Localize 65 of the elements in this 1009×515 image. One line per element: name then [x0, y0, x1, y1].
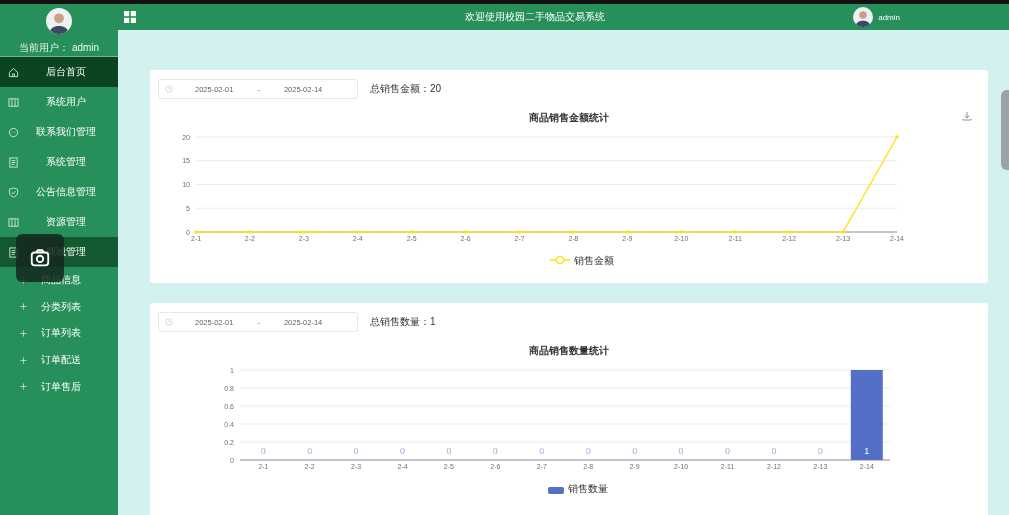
data-point [248, 230, 252, 234]
clock-icon [165, 85, 173, 93]
legend-label: 销售金额 [574, 255, 614, 266]
value-label: 1 [864, 446, 870, 456]
data-point [841, 230, 845, 234]
plus-icon [20, 330, 27, 337]
data-point [733, 230, 738, 234]
data-point [679, 230, 684, 234]
document-icon [8, 246, 19, 258]
menu-item[interactable]: 系统管理 [0, 147, 118, 177]
columns-icon [8, 96, 19, 108]
submenu-item[interactable]: 分类列表 [0, 293, 118, 321]
value-label: 0 [678, 446, 684, 456]
value-label: 0 [400, 446, 405, 456]
value-label: 0 [771, 446, 777, 456]
submenu-item[interactable]: 订单配送 [0, 346, 118, 374]
user-name: admin [71, 42, 100, 53]
data-point [895, 135, 899, 139]
menu-item[interactable]: 系统用户 [0, 87, 118, 117]
home-icon [8, 66, 19, 78]
legend-label: 销售数量 [568, 483, 608, 494]
data-point [302, 230, 306, 234]
menu-item[interactable]: 联系我们管理 [0, 117, 118, 147]
menu-item[interactable]: 资源管理 [0, 207, 118, 237]
value-label: 0 [539, 446, 545, 456]
user-name[interactable]: admin [878, 12, 900, 22]
menu-item[interactable]: 公告信息管理 [0, 177, 118, 207]
value-label: 0 [307, 446, 313, 456]
value-label: 0 [817, 446, 823, 456]
data-point [355, 230, 360, 234]
avatar-icon [46, 8, 72, 34]
grid-menu-icon[interactable] [124, 11, 136, 23]
submenu-item[interactable]: 订单列表 [0, 320, 118, 347]
plus-icon [20, 303, 27, 311]
submenu-item[interactable]: 订单售后 [0, 373, 118, 400]
columns-icon [8, 216, 19, 228]
value-label: 0 [632, 446, 638, 456]
total-text: 总销售金额：20 [370, 82, 442, 96]
clock-icon [165, 318, 173, 326]
data-point [409, 230, 414, 234]
download-icon[interactable] [962, 111, 972, 121]
chart-title: 商品销售数量统计 [529, 344, 609, 356]
menu-item[interactable]: 后台首页 [0, 57, 118, 87]
value-label: 0 [446, 446, 452, 456]
data-point [571, 230, 576, 234]
app-title: 欢迎使用校园二手物品交易系统 [463, 10, 606, 24]
chat-icon [8, 126, 19, 138]
data-point [625, 230, 630, 234]
data-point [463, 230, 468, 234]
data-point [194, 230, 198, 234]
data-point [787, 230, 791, 234]
plus-icon [20, 356, 27, 364]
value-label: 0 [585, 446, 591, 456]
total-text: 总销售数量：1 [370, 315, 436, 329]
value-label: 0 [353, 446, 359, 456]
document-icon [8, 156, 19, 168]
data-point [517, 230, 522, 234]
value-label: 0 [725, 446, 730, 456]
user-label: 当前用户： [18, 42, 69, 53]
plus-icon [20, 383, 27, 391]
shield-icon [8, 186, 19, 198]
value-label: 0 [492, 446, 498, 456]
value-label: 0 [260, 446, 266, 456]
chart-title: 商品销售金额统计 [529, 111, 609, 123]
avatar-icon[interactable] [853, 7, 874, 27]
